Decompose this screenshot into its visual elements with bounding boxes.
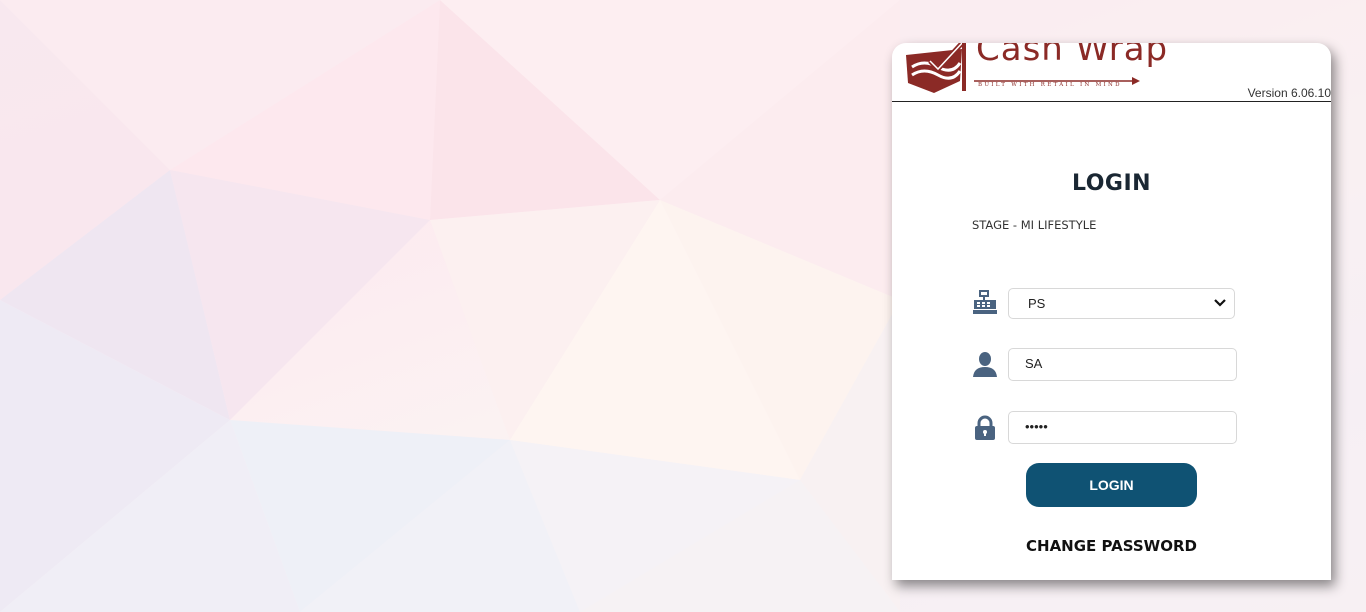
username-input[interactable]: SA bbox=[1008, 348, 1237, 381]
cash-register-icon bbox=[971, 288, 999, 316]
card-header: Cash Wrap BUILT WITH RETAIL IN MIND Vers… bbox=[892, 43, 1331, 102]
logo-wordmark: Cash Wrap bbox=[976, 43, 1169, 69]
username-value: SA bbox=[1025, 356, 1043, 371]
register-select-value: PS bbox=[1028, 296, 1046, 311]
cash-wrap-logo: Cash Wrap BUILT WITH RETAIL IN MIND bbox=[902, 43, 1167, 95]
password-value: ••••• bbox=[1025, 419, 1048, 434]
version-label: Version 6.06.10 bbox=[1247, 86, 1331, 100]
password-input[interactable]: ••••• bbox=[1008, 411, 1237, 444]
register-select[interactable]: PS bbox=[1008, 288, 1235, 319]
logo-underline-arrow bbox=[974, 77, 1140, 85]
chevron-down-icon bbox=[1214, 299, 1226, 307]
lock-icon bbox=[971, 414, 999, 442]
login-title: LOGIN bbox=[1071, 171, 1152, 196]
login-card: Cash Wrap BUILT WITH RETAIL IN MIND Vers… bbox=[892, 43, 1331, 580]
environment-label: STAGE - MI LIFESTYLE bbox=[972, 218, 1097, 232]
login-button[interactable]: LOGIN bbox=[1026, 463, 1197, 507]
logo-emblem-icon bbox=[906, 43, 966, 93]
user-icon bbox=[971, 350, 999, 378]
change-password-link[interactable]: CHANGE PASSWORD bbox=[892, 537, 1331, 555]
